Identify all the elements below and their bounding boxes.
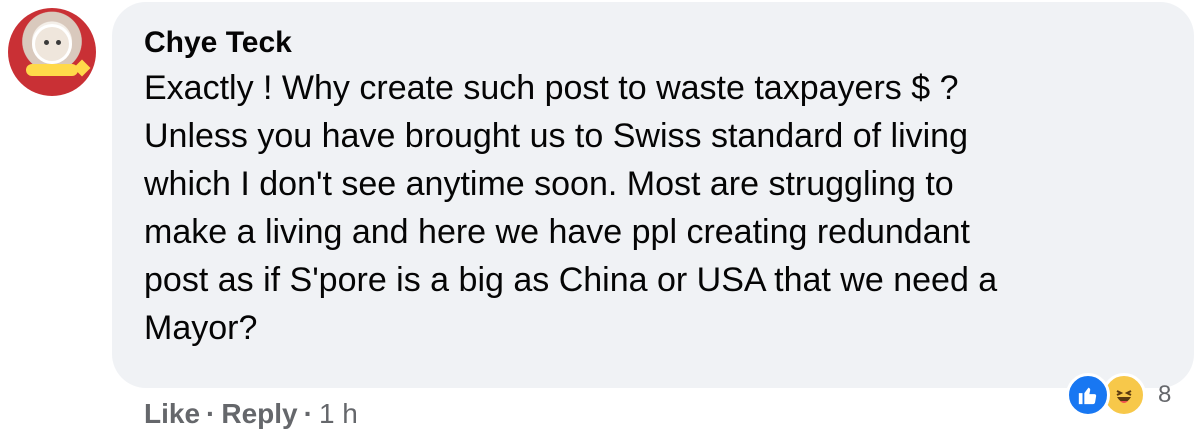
reaction-summary[interactable]: 8 <box>1066 373 1171 417</box>
comment-actions: Like · Reply · 1 h <box>144 398 358 430</box>
comment-text: Exactly ! Why create such post to waste … <box>144 69 998 347</box>
avatar-eye-left <box>44 40 49 45</box>
avatar[interactable] <box>8 8 96 96</box>
comment-timestamp[interactable]: 1 h <box>319 398 358 430</box>
avatar-scarf <box>26 64 78 76</box>
separator-dot: · <box>303 398 313 429</box>
laughing-face-icon <box>1116 390 1132 403</box>
reply-button[interactable]: Reply <box>221 398 297 430</box>
avatar-eye-right <box>56 40 61 45</box>
like-icon <box>1066 373 1110 417</box>
thumbs-up-icon <box>1078 387 1097 405</box>
separator-dot: · <box>206 398 216 429</box>
like-button[interactable]: Like <box>144 398 200 430</box>
avatar-face <box>32 24 72 64</box>
comment-bubble: Chye Teck Exactly ! Why create such post… <box>112 2 1194 388</box>
comment-author[interactable]: Chye Teck <box>144 24 1164 62</box>
reaction-count: 8 <box>1158 381 1172 408</box>
